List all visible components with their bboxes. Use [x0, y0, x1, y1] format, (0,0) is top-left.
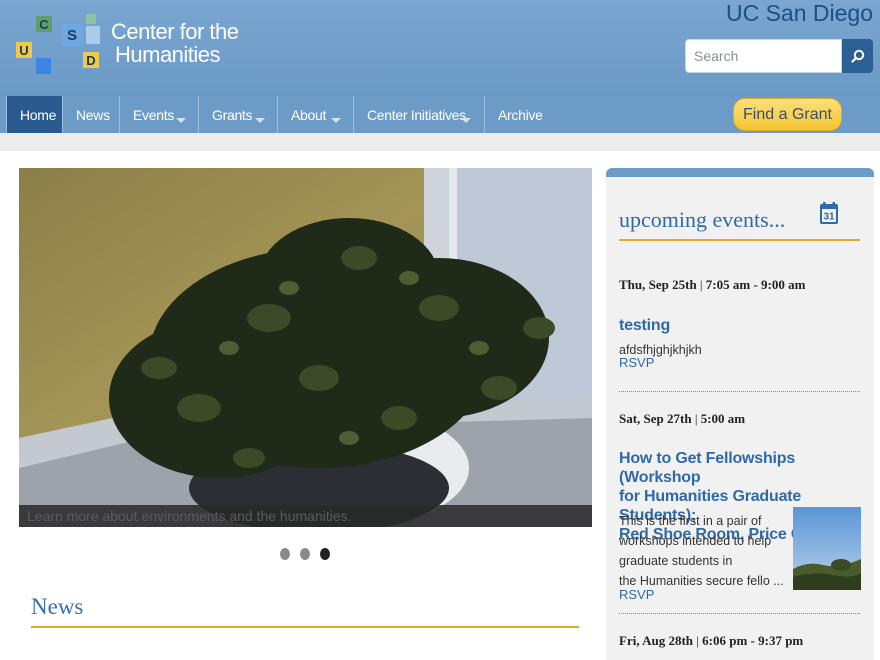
nav-item-center-initiatives[interactable]: Center Initiatives — [354, 96, 485, 133]
news-divider — [31, 626, 579, 628]
search-button[interactable] — [842, 39, 873, 73]
event-image — [793, 507, 861, 590]
event-date: Thu, Sep 25th | 7:05 am - 9:00 am — [619, 277, 805, 293]
university-link[interactable]: UC San Diego — [726, 0, 873, 27]
chevron-down-icon — [461, 118, 471, 123]
event-title-line: How to Get Fellowships (Workshop — [619, 450, 796, 486]
site-title-line1: Center for the — [111, 19, 239, 44]
event-date: Fri, Aug 28th | 6:06 pm - 9:37 pm — [619, 633, 803, 649]
nav-item-label: Home — [20, 106, 57, 123]
event-day: Fri, Aug 28th — [619, 633, 694, 648]
slide-dot[interactable] — [300, 548, 310, 560]
event-description-line: This is the first in a pair of — [619, 514, 762, 528]
logo-accent-square — [36, 58, 51, 74]
find-a-grant-button[interactable]: Find a Grant — [733, 98, 842, 131]
nav-item-news[interactable]: News — [63, 96, 120, 133]
logo-d-square: D — [83, 52, 99, 68]
event-time: 6:06 pm - 9:37 pm — [702, 633, 804, 648]
logo-s-square: S — [61, 24, 83, 46]
site-header: C S U D Center for the Humanities UC San… — [0, 0, 880, 96]
event-day: Sat, Sep 27th — [619, 411, 692, 426]
calendar-day: 31 — [823, 212, 835, 223]
slide-dot-active[interactable] — [320, 548, 330, 560]
rsvp-link[interactable]: RSVP — [619, 355, 654, 370]
rsvp-link[interactable]: RSVP — [619, 587, 654, 602]
slide-dot[interactable] — [280, 548, 290, 560]
search-form — [685, 39, 873, 73]
chevron-down-icon — [255, 118, 265, 123]
news-heading: News — [31, 594, 84, 619]
event-description-line: workshops intended to help — [619, 534, 772, 548]
header-divider — [0, 133, 880, 151]
events-divider — [619, 239, 860, 241]
nav-item-label: Archive — [498, 106, 543, 123]
event-separator — [619, 613, 860, 614]
slide-caption[interactable]: Learn more about environments and the hu… — [19, 505, 592, 527]
featured-slide[interactable]: Learn more about environments and the hu… — [19, 168, 592, 527]
search-icon — [850, 49, 864, 63]
slide-image — [19, 168, 592, 527]
event-separator — [619, 391, 860, 392]
slide-pager — [280, 548, 340, 562]
upcoming-events-panel: upcoming events... 31 Thu, Sep 25th | 7:… — [606, 168, 874, 660]
site-title[interactable]: Center for the Humanities — [111, 20, 239, 66]
nav-item-about[interactable]: About — [278, 96, 354, 133]
nav-item-label: News — [76, 106, 110, 123]
nav-item-events[interactable]: Events — [120, 96, 199, 133]
search-input[interactable] — [685, 39, 842, 73]
event-thumbnail[interactable] — [793, 507, 861, 590]
site-title-line2: Humanities — [115, 42, 221, 67]
nav-item-label: Grants — [212, 106, 253, 123]
site-logo[interactable]: C S U D — [16, 14, 106, 76]
nav-item-label: About — [291, 106, 327, 123]
event-date: Sat, Sep 27th | 5:00 am — [619, 411, 745, 427]
chevron-down-icon — [331, 118, 341, 123]
logo-accent-square — [86, 26, 100, 44]
logo-accent-square — [86, 14, 96, 24]
logo-c-square: C — [36, 16, 52, 32]
event-time: 7:05 am - 9:00 am — [705, 277, 806, 292]
event-description: This is the first in a pair of workshops… — [619, 511, 784, 591]
logo-u-square: U — [16, 42, 32, 58]
nav-item-archive[interactable]: Archive — [485, 96, 551, 133]
event-title-link[interactable]: testing — [619, 316, 864, 335]
event-time: 5:00 am — [700, 411, 746, 426]
nav-item-grants[interactable]: Grants — [199, 96, 278, 133]
event-day: Thu, Sep 25th — [619, 277, 697, 292]
event-description-line: graduate students in — [619, 554, 733, 568]
nav-item-label: Events — [133, 106, 174, 123]
calendar-icon[interactable]: 31 — [820, 202, 838, 224]
nav-item-label: Center Initiatives — [367, 106, 466, 123]
chevron-down-icon — [176, 118, 186, 123]
events-heading: upcoming events... — [619, 207, 786, 232]
nav-item-home[interactable]: Home — [6, 96, 63, 133]
